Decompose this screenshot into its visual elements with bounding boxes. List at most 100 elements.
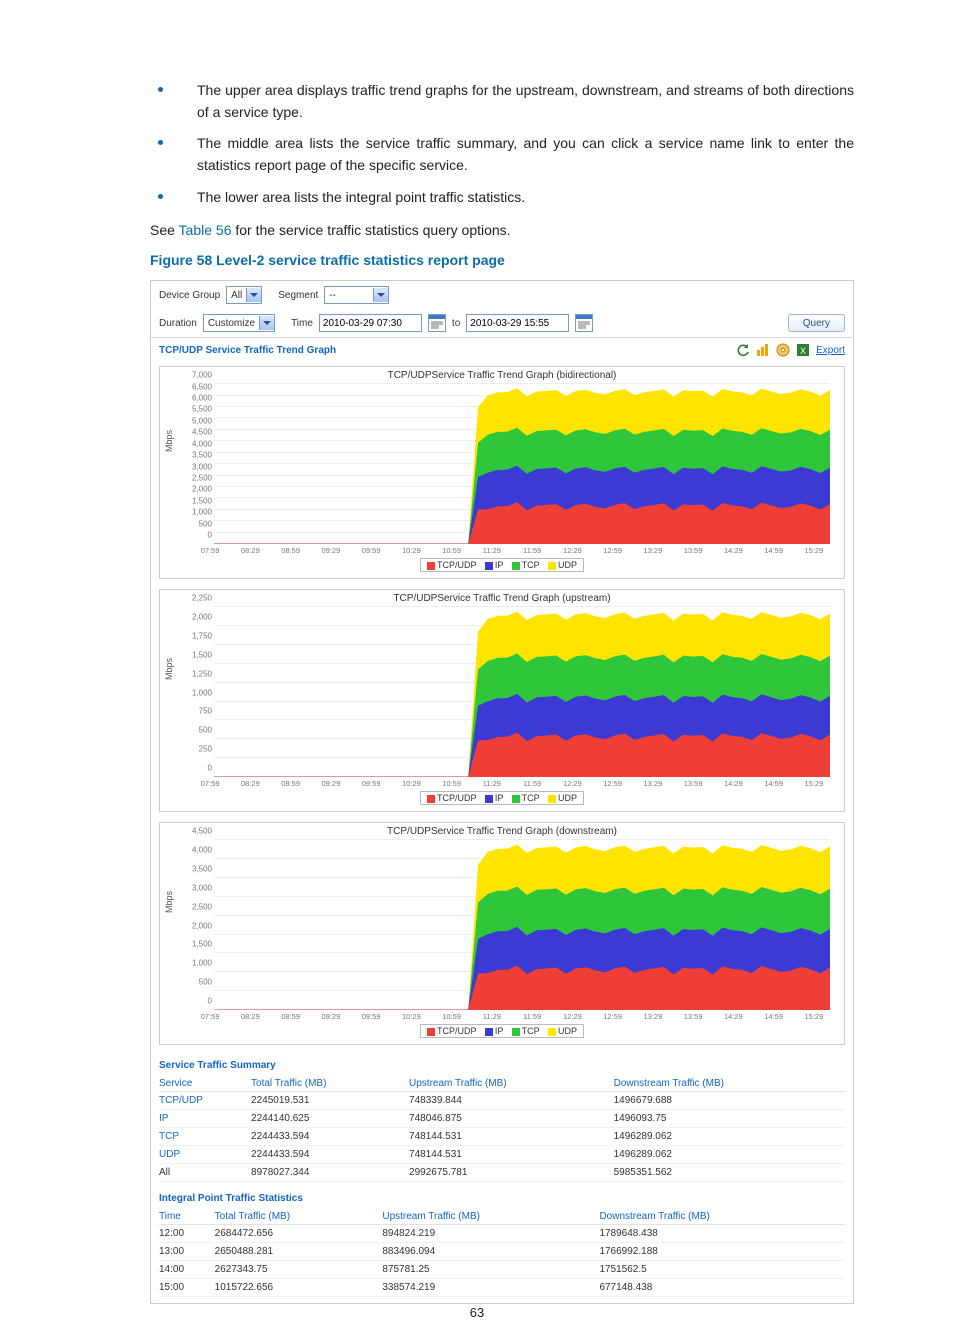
- list-item-text: The lower area lists the integral point …: [197, 187, 854, 209]
- x-tick-label: 13:59: [673, 1012, 713, 1021]
- time-label: Time: [291, 318, 313, 329]
- x-tick-label: 13:29: [633, 779, 673, 788]
- y-tick-label: 1,000: [186, 688, 212, 697]
- cell: 13:00: [159, 1243, 215, 1261]
- y-tick-label: 1,500: [186, 650, 212, 659]
- service-link[interactable]: IP: [159, 1110, 251, 1128]
- legend-box: TCP/UDP IP TCP UDP: [420, 791, 584, 805]
- y-axis-label: Mbps: [164, 891, 174, 913]
- query-button[interactable]: Query: [788, 314, 845, 332]
- cell: 1751562.5: [599, 1261, 845, 1279]
- bullet-dot-icon: [158, 87, 163, 92]
- x-tick-label: 11:29: [472, 1012, 512, 1021]
- col-down: Downstream Traffic (MB): [599, 1209, 845, 1225]
- chart-canvas: Mbps 05001,0001,5002,0002,5003,0003,5004…: [190, 840, 834, 1010]
- bullet-dot-icon: [158, 194, 163, 199]
- x-tick-label: 10:59: [432, 779, 472, 788]
- chart-upstream: TCP/UDPService Traffic Trend Graph (upst…: [159, 589, 845, 812]
- table-row: 15:001015722.656338574.219677148.438: [159, 1279, 845, 1297]
- x-tick-label: 11:59: [512, 779, 552, 788]
- y-tick-label: 4,000: [186, 846, 212, 855]
- service-link[interactable]: TCP: [159, 1128, 251, 1146]
- y-tick-label: 3,000: [186, 883, 212, 892]
- y-tick-label: 2,000: [186, 921, 212, 930]
- y-tick-label: 3,500: [186, 864, 212, 873]
- segment-value: --: [325, 290, 373, 301]
- duration-dropdown[interactable]: Customize: [203, 314, 275, 332]
- x-tick-label: 11:29: [472, 546, 512, 555]
- x-axis-ticks: 07:5908:2908:5909:2909:5910:2910:5911:29…: [190, 546, 834, 555]
- table-row: IP2244140.625748046.8751496093.75: [159, 1110, 845, 1128]
- x-tick-label: 08:29: [230, 1012, 270, 1021]
- cell: 2992675.781: [409, 1164, 614, 1182]
- integral-table: Time Total Traffic (MB) Upstream Traffic…: [159, 1209, 845, 1297]
- y-tick-label: 2,500: [186, 902, 212, 911]
- x-tick-label: 12:29: [552, 779, 592, 788]
- x-tick-label: 10:59: [432, 546, 472, 555]
- device-group-dropdown[interactable]: All: [226, 286, 262, 304]
- x-tick-label: 08:59: [271, 1012, 311, 1021]
- x-tick-label: 10:59: [432, 1012, 472, 1021]
- end-time-input[interactable]: [466, 314, 569, 332]
- legend-swatch-icon: [548, 562, 556, 570]
- segment-dropdown[interactable]: --: [324, 286, 389, 304]
- y-tick-label: 4,500: [186, 428, 212, 437]
- table-row: TCP/UDP2245019.531748339.8441496679.688: [159, 1092, 845, 1110]
- table-56-link[interactable]: Table 56: [179, 222, 232, 238]
- chart-downstream: TCP/UDPService Traffic Trend Graph (down…: [159, 822, 845, 1045]
- x-tick-label: 09:29: [311, 546, 351, 555]
- integral-body: 12:002684472.656894824.2191789648.43813:…: [159, 1225, 845, 1297]
- start-time-input[interactable]: [319, 314, 422, 332]
- table-row: 12:002684472.656894824.2191789648.438: [159, 1225, 845, 1243]
- x-tick-label: 14:29: [713, 779, 753, 788]
- calendar-icon[interactable]: [428, 314, 446, 332]
- disc-icon[interactable]: [776, 343, 790, 357]
- export-link[interactable]: Export: [816, 345, 845, 356]
- excel-icon[interactable]: X: [796, 343, 810, 357]
- duration-value: Customize: [204, 318, 259, 329]
- legend-swatch-icon: [485, 1028, 493, 1036]
- y-tick-label: 500: [186, 726, 212, 735]
- cell: 1496289.062: [614, 1128, 845, 1146]
- service-link[interactable]: TCP/UDP: [159, 1092, 251, 1110]
- device-group-label: Device Group: [159, 290, 220, 301]
- chart-legend: TCP/UDP IP TCP UDP: [160, 791, 844, 805]
- y-tick-label: 1,750: [186, 631, 212, 640]
- x-tick-label: 11:29: [472, 779, 512, 788]
- bullet-list: The upper area displays traffic trend gr…: [150, 80, 854, 208]
- legend-label: TCP: [522, 1026, 540, 1036]
- y-tick-label: 0: [186, 764, 212, 773]
- y-tick-label: 5,000: [186, 416, 212, 425]
- x-tick-label: 15:29: [794, 546, 834, 555]
- y-tick-label: 2,250: [186, 594, 212, 603]
- legend-swatch-icon: [427, 1028, 435, 1036]
- x-tick-label: 09:59: [351, 779, 391, 788]
- chevron-down-icon: [373, 288, 388, 302]
- list-item: The middle area lists the service traffi…: [150, 133, 854, 176]
- x-tick-label: 10:29: [391, 779, 431, 788]
- y-tick-label: 0: [186, 531, 212, 540]
- chart-type-icon[interactable]: [756, 343, 770, 357]
- x-axis-ticks: 07:5908:2908:5909:2909:5910:2910:5911:29…: [190, 779, 834, 788]
- cell: 883496.094: [382, 1243, 599, 1261]
- refresh-icon[interactable]: [736, 343, 750, 357]
- list-item-text: The upper area displays traffic trend gr…: [197, 80, 854, 123]
- report-app: Device Group All Segment -- Duration Cus…: [150, 280, 854, 1304]
- cell: 1496289.062: [614, 1146, 845, 1164]
- service-link[interactable]: UDP: [159, 1146, 251, 1164]
- cell: 1766992.188: [599, 1243, 845, 1261]
- chart-bidirectional: TCP/UDPService Traffic Trend Graph (bidi…: [159, 366, 845, 579]
- y-tick-label: 0: [186, 997, 212, 1006]
- chart-legend: TCP/UDP IP TCP UDP: [160, 1024, 844, 1038]
- table-row: 14:002627343.75875781.251751562.5: [159, 1261, 845, 1279]
- calendar-icon[interactable]: [575, 314, 593, 332]
- y-tick-label: 5,500: [186, 405, 212, 414]
- col-time: Time: [159, 1209, 215, 1225]
- cell: 894824.219: [382, 1225, 599, 1243]
- x-tick-label: 13:29: [633, 1012, 673, 1021]
- y-tick-label: 3,000: [186, 462, 212, 471]
- y-tick-label: 7,000: [186, 371, 212, 380]
- panel-header: TCP/UDP Service Traffic Trend Graph X Ex…: [151, 337, 853, 362]
- panel-title-text: TCP/UDP Service Traffic Trend Graph: [159, 345, 336, 356]
- legend-label: UDP: [558, 560, 577, 570]
